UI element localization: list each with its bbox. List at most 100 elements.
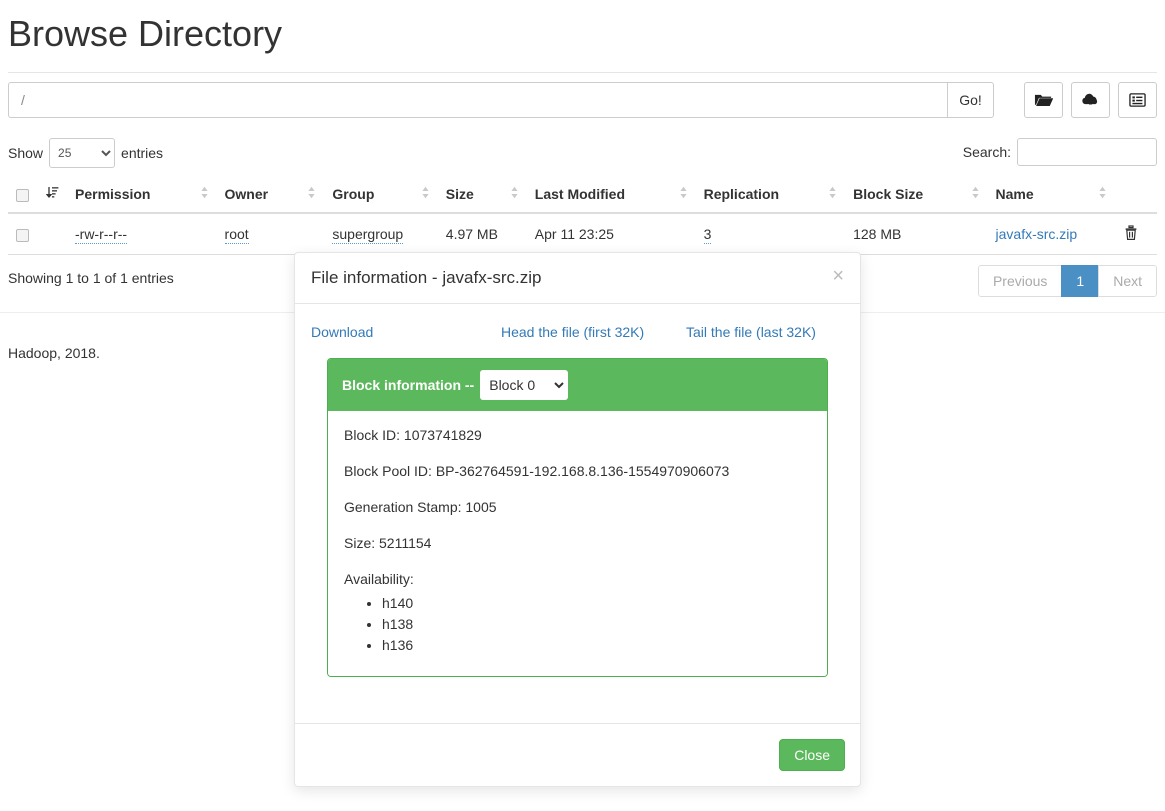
- cell-size: 4.97 MB: [437, 213, 527, 255]
- title-divider: [8, 71, 1157, 73]
- block-panel-body: Block ID: 1073741829 Block Pool ID: BP-3…: [328, 411, 827, 677]
- search-input[interactable]: [1017, 138, 1157, 166]
- pagination-page-1[interactable]: 1: [1061, 265, 1100, 297]
- file-table: Permission Owner Group Size Last Modifie…: [8, 180, 1157, 255]
- block-information-panel: Block information -- Block 0 Block ID: 1…: [327, 358, 828, 678]
- availability-label: Availability:: [344, 571, 414, 588]
- cell-owner[interactable]: root: [216, 213, 325, 255]
- sort-icon: [971, 186, 980, 202]
- file-table-head: Permission Owner Group Size Last Modifie…: [8, 180, 1157, 214]
- close-icon[interactable]: ×: [828, 264, 848, 288]
- th-size[interactable]: Size: [437, 180, 527, 214]
- head-file-link[interactable]: Head the file (first 32K): [501, 324, 644, 340]
- sort-amount-desc-icon: [45, 186, 59, 202]
- table-controls: Show 25 entries Search:: [8, 138, 1157, 168]
- replication-value[interactable]: 3: [703, 226, 712, 244]
- file-name-link[interactable]: javafx-src.zip: [996, 226, 1078, 242]
- th-block-size-label: Block Size: [853, 186, 924, 202]
- close-button[interactable]: Close: [779, 739, 845, 772]
- th-actions: [1115, 180, 1157, 214]
- block-panel-heading: Block information -- Block 0: [328, 359, 827, 412]
- search-control: Search:: [963, 138, 1157, 166]
- th-last-modified-label: Last Modified: [534, 186, 626, 202]
- create-directory-button[interactable]: [1024, 82, 1063, 118]
- snapshot-button[interactable]: [1118, 82, 1157, 118]
- cell-group[interactable]: supergroup: [324, 213, 438, 255]
- th-group-label: Group: [332, 186, 375, 202]
- sort-icon: [421, 186, 430, 202]
- file-table-body: -rw-r--r-- root supergroup 4.97 MB Apr 1…: [8, 213, 1157, 255]
- row-checkbox[interactable]: [16, 228, 29, 242]
- page-length-select[interactable]: 25: [49, 138, 116, 168]
- page-length-control: Show 25 entries: [8, 138, 163, 168]
- download-action: Download: [311, 324, 501, 340]
- cell-actions[interactable]: [1115, 213, 1157, 255]
- cell-permission[interactable]: -rw-r--r--: [67, 213, 217, 255]
- th-replication-label: Replication: [703, 186, 780, 202]
- cloud-upload-icon: [1081, 92, 1100, 108]
- pagination-previous[interactable]: Previous: [977, 265, 1063, 297]
- sort-icon: [510, 186, 519, 202]
- table-row[interactable]: -rw-r--r-- root supergroup 4.97 MB Apr 1…: [8, 213, 1157, 255]
- path-tool-buttons: [1024, 82, 1157, 118]
- cell-name[interactable]: javafx-src.zip: [987, 213, 1116, 255]
- go-button[interactable]: Go!: [947, 82, 994, 118]
- select-all-checkbox[interactable]: [16, 188, 29, 202]
- owner-value[interactable]: root: [224, 226, 249, 244]
- block-size-text: Size: 5211154: [344, 535, 432, 552]
- delete-icon[interactable]: [1123, 224, 1139, 244]
- th-block-size[interactable]: Block Size: [845, 180, 988, 214]
- cell-replication[interactable]: 3: [695, 213, 846, 255]
- pagination-next[interactable]: Next: [1098, 265, 1157, 297]
- copyright-text: Hadoop, 2018.: [8, 345, 100, 361]
- tail-file-link[interactable]: Tail the file (last 32K): [686, 324, 816, 340]
- block-id-text: Block ID: 1073741829: [344, 427, 482, 444]
- search-label: Search:: [962, 144, 1011, 160]
- th-name[interactable]: Name: [987, 180, 1116, 214]
- modal-footer: Close: [295, 723, 860, 786]
- modal-title: File information - javafx-src.zip: [311, 268, 542, 287]
- th-replication[interactable]: Replication: [695, 180, 846, 214]
- block-select[interactable]: Block 0: [480, 370, 569, 401]
- modal-header: File information - javafx-src.zip ×: [295, 253, 860, 305]
- list-item: h138: [382, 616, 811, 632]
- folder-open-icon: [1034, 92, 1053, 108]
- th-name-label: Name: [995, 186, 1034, 202]
- sort-icon: [200, 186, 209, 202]
- availability-list: h140 h138 h136: [344, 595, 811, 653]
- head-action: Head the file (first 32K): [501, 324, 686, 340]
- file-action-links: Download Head the file (first 32K) Tail …: [311, 320, 844, 358]
- sort-icon: [679, 186, 688, 202]
- th-permission-label: Permission: [75, 186, 151, 202]
- row-select-cell[interactable]: [8, 213, 38, 255]
- th-last-modified[interactable]: Last Modified: [526, 180, 696, 214]
- show-label: Show: [8, 145, 44, 161]
- permission-value[interactable]: -rw-r--r--: [75, 226, 128, 244]
- th-owner[interactable]: Owner: [216, 180, 325, 214]
- file-information-modal: File information - javafx-src.zip × Down…: [294, 252, 861, 788]
- upload-file-button[interactable]: [1071, 82, 1110, 118]
- block-panel-title: Block information --: [342, 377, 475, 394]
- table-header-row: Permission Owner Group Size Last Modifie…: [8, 180, 1157, 214]
- th-permission[interactable]: Permission: [67, 180, 217, 214]
- block-pool-id-text: Block Pool ID: BP-362764591-192.168.8.13…: [344, 463, 730, 480]
- page-title: Browse Directory: [8, 13, 283, 54]
- th-size-label: Size: [445, 186, 474, 202]
- th-sort-indicator[interactable]: [38, 180, 67, 214]
- generation-stamp-text: Generation Stamp: 1005: [344, 499, 497, 516]
- sort-icon: [828, 186, 837, 202]
- row-spacer-cell: [38, 213, 67, 255]
- directory-path-input[interactable]: [8, 82, 947, 118]
- path-input-group: Go!: [8, 82, 994, 118]
- modal-body: Download Head the file (first 32K) Tail …: [295, 304, 860, 687]
- download-link[interactable]: Download: [311, 324, 373, 340]
- th-group[interactable]: Group: [324, 180, 438, 214]
- sort-icon: [307, 186, 316, 202]
- tail-action: Tail the file (last 32K): [686, 324, 816, 340]
- th-owner-label: Owner: [224, 186, 269, 202]
- group-value[interactable]: supergroup: [332, 226, 404, 244]
- path-toolbar: Go!: [8, 82, 1157, 118]
- list-item: h140: [382, 595, 811, 611]
- th-select-all[interactable]: [8, 180, 38, 214]
- list-item: h136: [382, 637, 811, 653]
